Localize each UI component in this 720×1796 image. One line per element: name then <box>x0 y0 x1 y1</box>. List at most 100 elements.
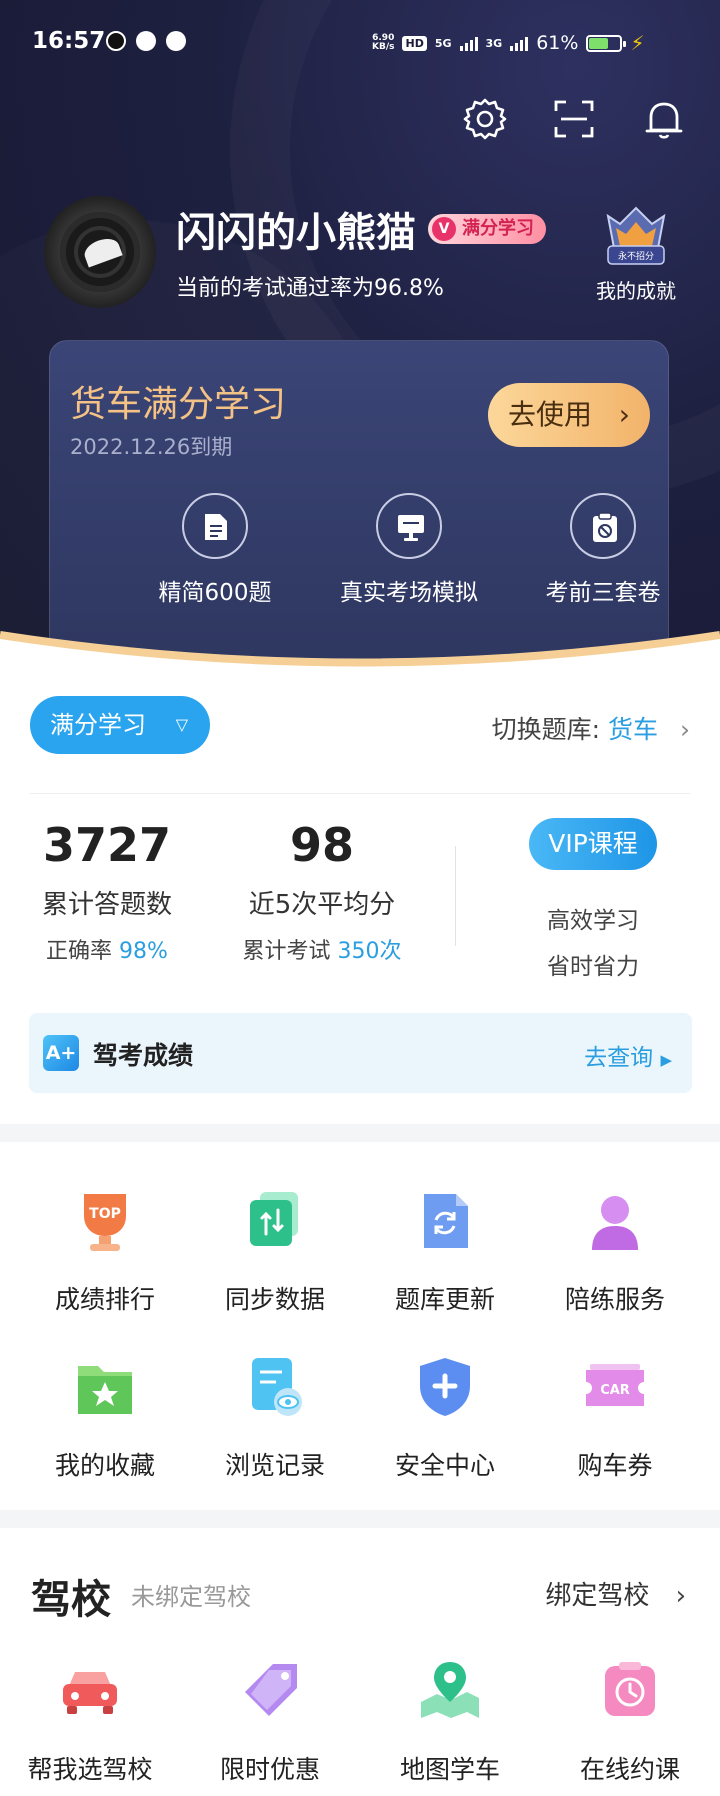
stat-answered-value: 3727 <box>42 818 172 872</box>
signal-icon <box>510 35 529 51</box>
username: 闪闪的小熊猫 <box>176 210 416 256</box>
study-mode-label: 满分学习 <box>50 711 146 739</box>
network-speed-unit: KB/s <box>372 42 395 52</box>
switch-bank-label: 切换题库: <box>491 715 601 744</box>
tool-label: 题库更新 <box>394 1285 495 1314</box>
clock-icon <box>605 1662 655 1716</box>
tool-coach-service[interactable]: 陪练服务 <box>530 1186 700 1316</box>
browser-icon <box>166 31 186 51</box>
status-bar: 16:57 6.90 KB/s HD 5G 3G 61% ⚡ <box>0 24 720 64</box>
switch-bank-value: 货车 <box>608 715 659 744</box>
history-icon <box>252 1358 302 1416</box>
use-plan-button[interactable]: 去使用 › <box>488 383 650 447</box>
stat-accuracy-label: 正确率 <box>46 939 113 964</box>
feature-three-sets[interactable]: 考前三套卷 <box>518 493 688 607</box>
a-plus-icon: A+ <box>43 1035 79 1071</box>
tool-history[interactable]: 浏览记录 <box>190 1352 360 1482</box>
stat-answered[interactable]: 3727 累计答题数 正确率 98% <box>32 818 182 965</box>
gear-icon[interactable] <box>462 96 508 142</box>
car-icon <box>63 1672 117 1714</box>
school-discount[interactable]: 限时优惠 <box>185 1656 355 1786</box>
tool-bank-update[interactable]: 题库更新 <box>360 1186 530 1316</box>
achievement-ribbon-text: 永不招分 <box>618 250 654 262</box>
tool-sync[interactable]: 同步数据 <box>190 1186 360 1316</box>
pass-rate-text: 当前的考试通过率为96.8% <box>176 276 444 301</box>
caret-right-icon: ▶ <box>660 1051 672 1069</box>
hd-icon: HD <box>402 35 427 51</box>
tool-favorites[interactable]: 我的收藏 <box>20 1352 190 1482</box>
study-mode-dropdown[interactable]: 满分学习 ▽ <box>30 696 210 754</box>
clipboard-icon <box>570 493 636 559</box>
tool-ranking[interactable]: TOP 成绩排行 <box>20 1186 190 1316</box>
school-item-label: 地图学车 <box>399 1755 500 1784</box>
exam-results-label: 驾考成绩 <box>93 1041 194 1070</box>
battery-percent: 61% <box>536 32 579 54</box>
driving-school-title: 驾校 <box>31 1577 111 1623</box>
stat-exam-count: 累计考试 350次 <box>232 933 412 965</box>
stat-accuracy: 正确率 98% <box>32 933 182 965</box>
driving-school-status: 未绑定驾校 <box>131 1583 251 1611</box>
signal-icon <box>459 35 478 51</box>
stat-average[interactable]: 98 近5次平均分 累计考试 350次 <box>232 818 412 965</box>
bell-icon[interactable] <box>641 96 687 142</box>
query-results-label: 去查询 <box>584 1045 654 1071</box>
bind-school-link[interactable]: 绑定驾校 › <box>545 1575 686 1612</box>
stat-exam-count-value: 350次 <box>337 939 402 964</box>
use-plan-button-label: 去使用 <box>508 398 593 431</box>
monitor-icon <box>376 493 442 559</box>
chevron-right-icon: › <box>680 715 690 744</box>
tiktok-icon <box>106 31 126 51</box>
tool-security-center[interactable]: 安全中心 <box>360 1352 530 1482</box>
car-coupon-text: CAR <box>600 1383 630 1398</box>
school-choose[interactable]: 帮我选驾校 <box>5 1656 175 1786</box>
scan-icon[interactable] <box>551 96 597 142</box>
exam-results-bar[interactable]: A+ 驾考成绩 去查询 ▶ <box>29 1013 692 1093</box>
car-coupon-icon: CAR <box>586 1364 644 1406</box>
stat-average-value: 98 <box>289 818 354 872</box>
tool-label: 陪练服务 <box>564 1285 665 1314</box>
switch-question-bank[interactable]: 切换题库: 货车 › <box>492 710 690 746</box>
refresh-icon <box>424 1194 468 1248</box>
profile-header: 16:57 6.90 KB/s HD 5G 3G 61% ⚡ 闪闪的小熊猫 V … <box>0 0 720 675</box>
achievement-medal-icon[interactable]: 永不招分 <box>598 202 674 272</box>
stat-answered-label: 累计答题数 <box>41 890 172 920</box>
tool-label: 浏览记录 <box>224 1451 325 1480</box>
avatar[interactable] <box>44 196 156 308</box>
query-results-link[interactable]: 去查询 ▶ <box>584 1038 672 1072</box>
vip-v-icon: V <box>432 217 456 241</box>
document-icon <box>182 493 248 559</box>
map-pin-icon <box>421 1662 479 1718</box>
study-mode-row: 满分学习 ▽ 切换题库: 货车 › <box>0 690 720 780</box>
trophy-top-text: TOP <box>89 1206 121 1222</box>
stat-separator <box>455 846 456 946</box>
tool-label: 购车券 <box>577 1451 653 1480</box>
chevron-right-icon: › <box>618 398 630 431</box>
charging-icon: ⚡ <box>630 31 645 55</box>
school-item-label: 限时优惠 <box>219 1755 320 1784</box>
signal-3g-label: 3G <box>485 36 503 50</box>
membership-badge-label: 满分学习 <box>462 218 534 239</box>
sync-icon <box>250 1192 298 1246</box>
stat-exam-count-label: 累计考试 <box>242 939 331 964</box>
feature-concise-600[interactable]: 精简600题 <box>130 493 300 607</box>
chevron-right-icon: › <box>675 1581 686 1611</box>
shield-icon <box>420 1358 470 1416</box>
school-item-label: 帮我选驾校 <box>27 1755 153 1784</box>
achievement-label[interactable]: 我的成就 <box>590 275 682 304</box>
feature-exam-simulation[interactable]: 真实考场模拟 <box>324 493 494 607</box>
tool-label: 同步数据 <box>224 1285 325 1314</box>
membership-badge[interactable]: V 满分学习 <box>428 214 546 244</box>
network-speed: 6.90 KB/s <box>372 34 394 52</box>
coach-icon <box>592 1196 638 1250</box>
section-divider <box>30 793 690 794</box>
signal-5g-label: 5G <box>434 36 452 50</box>
school-booking[interactable]: 在线约课 <box>545 1656 715 1786</box>
vip-course-button[interactable]: VIP课程 <box>529 818 657 870</box>
tool-car-coupon[interactable]: CAR 购车券 <box>530 1352 700 1482</box>
plan-card: 货车满分学习 2022.12.26到期 去使用 › 精简600题 真实考场模拟 … <box>49 340 669 670</box>
school-item-label: 在线约课 <box>579 1755 680 1784</box>
section-gap <box>0 1510 720 1528</box>
battery-icon <box>586 34 627 52</box>
feature-label: 真实考场模拟 <box>340 580 478 606</box>
school-map[interactable]: 地图学车 <box>365 1656 535 1786</box>
